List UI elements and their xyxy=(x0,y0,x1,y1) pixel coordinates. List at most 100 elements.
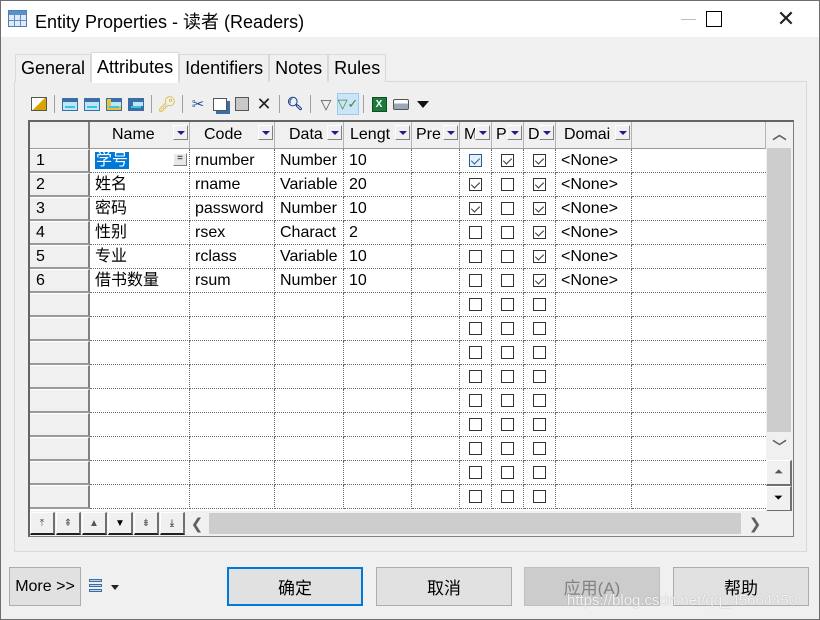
cell-precision[interactable] xyxy=(412,173,460,197)
checkbox-p[interactable] xyxy=(501,274,514,287)
move-down-button[interactable]: ▼ xyxy=(108,512,133,535)
cell-length[interactable]: 10 xyxy=(344,269,412,293)
cell-length[interactable]: 10 xyxy=(344,149,412,173)
column-filter-dropdown-icon[interactable] xyxy=(615,125,630,140)
empty-cell[interactable] xyxy=(412,365,460,389)
row-header[interactable] xyxy=(30,413,90,437)
empty-cell[interactable] xyxy=(344,317,412,341)
empty-cell[interactable] xyxy=(412,341,460,365)
empty-cell[interactable] xyxy=(556,413,632,437)
empty-cell[interactable] xyxy=(492,317,524,341)
cell-m[interactable] xyxy=(460,149,492,173)
layout-menu-icon[interactable] xyxy=(89,579,102,594)
empty-cell[interactable] xyxy=(460,413,492,437)
cell-data[interactable]: Number xyxy=(275,269,344,293)
tab-notes[interactable]: Notes xyxy=(269,54,329,82)
tab-rules[interactable]: Rules xyxy=(328,54,387,82)
empty-cell[interactable] xyxy=(524,341,556,365)
empty-cell[interactable] xyxy=(460,437,492,461)
column-header-length[interactable]: Lengt xyxy=(344,122,412,149)
column-header-domain[interactable]: Domai xyxy=(556,122,632,149)
empty-cell[interactable] xyxy=(460,317,492,341)
tab-identifiers[interactable]: Identifiers xyxy=(179,54,270,82)
add-attributes-button[interactable] xyxy=(103,93,125,115)
empty-cell[interactable] xyxy=(412,485,460,509)
row-header[interactable]: 2 xyxy=(30,173,90,197)
checkbox-d[interactable] xyxy=(533,322,546,335)
empty-cell[interactable] xyxy=(492,437,524,461)
column-filter-dropdown-icon[interactable] xyxy=(327,125,342,140)
checkbox-d[interactable] xyxy=(533,346,546,359)
cell-p[interactable] xyxy=(492,245,524,269)
checkbox-d[interactable] xyxy=(533,298,546,311)
column-header-data[interactable]: Data xyxy=(275,122,344,149)
cell-length[interactable]: 10 xyxy=(344,245,412,269)
checkbox-p[interactable] xyxy=(501,370,514,383)
column-header-code[interactable]: Code xyxy=(190,122,275,149)
empty-cell[interactable] xyxy=(412,293,460,317)
empty-cell[interactable] xyxy=(524,365,556,389)
tab-general[interactable]: General xyxy=(15,54,92,82)
checkbox-m[interactable] xyxy=(469,346,482,359)
cell-code[interactable]: rclass xyxy=(190,245,275,269)
cell-domain[interactable]: <None> xyxy=(556,221,632,245)
empty-cell[interactable] xyxy=(90,365,190,389)
cell-data[interactable]: Variable xyxy=(275,173,344,197)
cell-precision[interactable] xyxy=(412,221,460,245)
identifier-button[interactable]: 🔑︎ xyxy=(156,93,178,115)
tab-attributes[interactable]: Attributes xyxy=(91,52,180,83)
column-filter-dropdown-icon[interactable] xyxy=(507,125,522,140)
cell-m[interactable] xyxy=(460,245,492,269)
empty-cell[interactable] xyxy=(90,317,190,341)
cell-d[interactable] xyxy=(524,269,556,293)
cell-d[interactable] xyxy=(524,149,556,173)
column-header-name[interactable]: Name xyxy=(90,122,190,149)
empty-cell[interactable] xyxy=(190,461,275,485)
checkbox-d[interactable] xyxy=(533,226,546,239)
column-header-precision[interactable]: Pre xyxy=(412,122,460,149)
empty-cell[interactable] xyxy=(412,317,460,341)
empty-cell[interactable] xyxy=(492,389,524,413)
move-bottom-button[interactable]: ⤓ xyxy=(160,512,185,535)
row-header[interactable] xyxy=(30,365,90,389)
checkbox-p[interactable] xyxy=(501,154,514,167)
checkbox-p[interactable] xyxy=(501,442,514,455)
move-top-button[interactable]: ⤒ xyxy=(30,512,55,535)
checkbox-p[interactable] xyxy=(501,250,514,263)
cell-m[interactable] xyxy=(460,221,492,245)
empty-cell[interactable] xyxy=(190,293,275,317)
column-filter-dropdown-icon[interactable] xyxy=(539,125,554,140)
empty-cell[interactable] xyxy=(344,413,412,437)
column-filter-dropdown-icon[interactable] xyxy=(395,125,410,140)
vertical-scrollbar[interactable]: ︿ ﹀ ⏶ ⏷ xyxy=(766,122,793,512)
empty-cell[interactable] xyxy=(556,389,632,413)
checkbox-m[interactable] xyxy=(469,442,482,455)
checkbox-d[interactable] xyxy=(533,178,546,191)
checkbox-p[interactable] xyxy=(501,298,514,311)
cell-p[interactable] xyxy=(492,221,524,245)
cell-m[interactable] xyxy=(460,269,492,293)
checkbox-d[interactable] xyxy=(533,490,546,503)
cell-data[interactable]: Number xyxy=(275,149,344,173)
checkbox-m[interactable] xyxy=(469,226,482,239)
cell-precision[interactable] xyxy=(412,197,460,221)
cell-domain[interactable]: <None> xyxy=(556,245,632,269)
empty-cell[interactable] xyxy=(90,389,190,413)
add-row-button[interactable] xyxy=(81,93,103,115)
grid-corner-header[interactable] xyxy=(30,122,90,149)
column-filter-dropdown-icon[interactable] xyxy=(443,125,458,140)
empty-cell[interactable] xyxy=(90,293,190,317)
column-filter-dropdown-icon[interactable] xyxy=(475,125,490,140)
properties-button[interactable] xyxy=(28,93,50,115)
delete-button[interactable]: ✕ xyxy=(253,93,275,115)
empty-cell[interactable] xyxy=(90,341,190,365)
empty-cell[interactable] xyxy=(492,461,524,485)
copy-button[interactable] xyxy=(209,93,231,115)
cell-length[interactable]: 10 xyxy=(344,197,412,221)
empty-cell[interactable] xyxy=(412,413,460,437)
empty-cell[interactable] xyxy=(344,365,412,389)
move-page-down-button[interactable]: ⇟ xyxy=(134,512,159,535)
cell-name[interactable]: 性别 xyxy=(90,221,190,245)
checkbox-p[interactable] xyxy=(501,490,514,503)
column-filter-dropdown-icon[interactable] xyxy=(173,125,188,140)
